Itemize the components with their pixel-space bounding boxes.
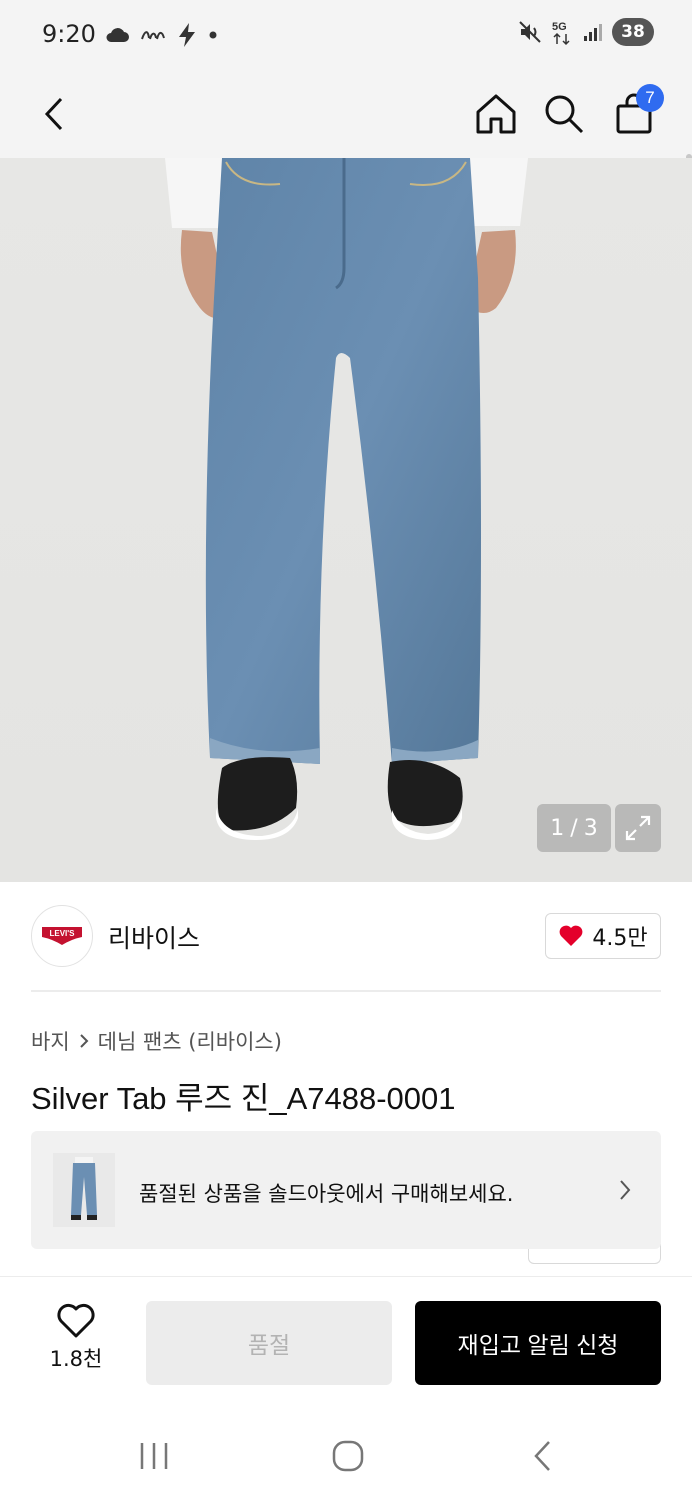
banner-thumbnail [53, 1153, 115, 1227]
back-button[interactable] [24, 84, 84, 144]
wishlist-count: 1.8천 [49, 1347, 103, 1371]
breadcrumb: 바지 데님 팬츠 (리바이스) [31, 1026, 282, 1056]
status-left-icons [104, 22, 218, 48]
image-counter-current: 1 [550, 815, 565, 841]
brand-like-count: 4.5만 [592, 926, 648, 951]
home-button[interactable] [466, 84, 526, 144]
brand-name[interactable]: 리바이스 [108, 919, 200, 955]
recent-apps-icon [140, 1443, 168, 1469]
heart-outline-icon [57, 1303, 95, 1338]
breadcrumb-subcategory[interactable]: 데님 팬츠 (리바이스) [98, 1026, 282, 1056]
home-circle-icon [332, 1440, 364, 1472]
signal-icon [584, 24, 602, 41]
soldout-button: 품절 [146, 1301, 392, 1385]
chevron-right-icon [79, 1034, 89, 1048]
expand-icon [625, 815, 651, 841]
back-system-button[interactable] [514, 1434, 570, 1478]
mute-icon [519, 21, 541, 43]
product-photo-jeans [165, 158, 528, 840]
5g-icon: 5G [552, 21, 570, 46]
jeans-thumbnail-image [71, 1157, 97, 1220]
cloud-icon [106, 28, 129, 42]
status-right-icons: 5G 38 [518, 18, 654, 46]
soldout-banner[interactable]: 품절된 상품을 솔드아웃에서 구매해보세요. [31, 1131, 661, 1249]
brand-logo[interactable]: LEVI'S [31, 905, 93, 967]
svg-text:LEVI'S: LEVI'S [49, 929, 75, 938]
system-navigation-bar [0, 1408, 692, 1500]
status-bar: 9:20 5G 38 [0, 0, 692, 70]
cart-button[interactable]: 7 [604, 84, 664, 144]
breadcrumb-category[interactable]: 바지 [31, 1026, 70, 1056]
wishlist-button[interactable]: 1.8천 [40, 1303, 112, 1375]
top-navigation: 7 [0, 70, 692, 222]
heart-filled-icon [559, 925, 583, 946]
home-system-button[interactable] [320, 1434, 376, 1478]
dot-icon [209, 31, 217, 39]
product-image[interactable] [0, 158, 692, 882]
levis-logo: LEVI'S [42, 927, 82, 945]
bolt-icon [179, 23, 195, 47]
search-icon [545, 95, 584, 134]
divider [31, 990, 661, 992]
image-counter-separator: / [570, 815, 578, 841]
soldout-banner-text: 품절된 상품을 솔드아웃에서 구매해보세요. [139, 1182, 514, 1206]
status-time: 9:20 [42, 20, 96, 48]
chevron-left-icon [44, 97, 63, 131]
image-counter-total: 3 [583, 815, 598, 841]
bottom-action-bar: 1.8천 품절 재입고 알림 신청 [0, 1276, 692, 1408]
recent-apps-button[interactable] [126, 1434, 182, 1478]
back-chevron-icon [534, 1441, 550, 1471]
product-title: Silver Tab 루즈 진_A7488-0001 [31, 1081, 456, 1116]
svg-text:5G: 5G [552, 21, 567, 33]
chevron-right-icon [620, 1180, 631, 1200]
image-counter: 1 / 3 [537, 804, 611, 852]
cart-count-badge: 7 [636, 84, 664, 112]
expand-image-button[interactable] [615, 804, 661, 852]
restock-alert-button[interactable]: 재입고 알림 신청 [415, 1301, 661, 1385]
search-button[interactable] [534, 84, 594, 144]
app-logo-icon [141, 31, 165, 40]
brand-like-button[interactable]: 4.5만 [545, 913, 661, 959]
home-icon [476, 94, 516, 134]
battery-icon: 38 [612, 18, 654, 46]
